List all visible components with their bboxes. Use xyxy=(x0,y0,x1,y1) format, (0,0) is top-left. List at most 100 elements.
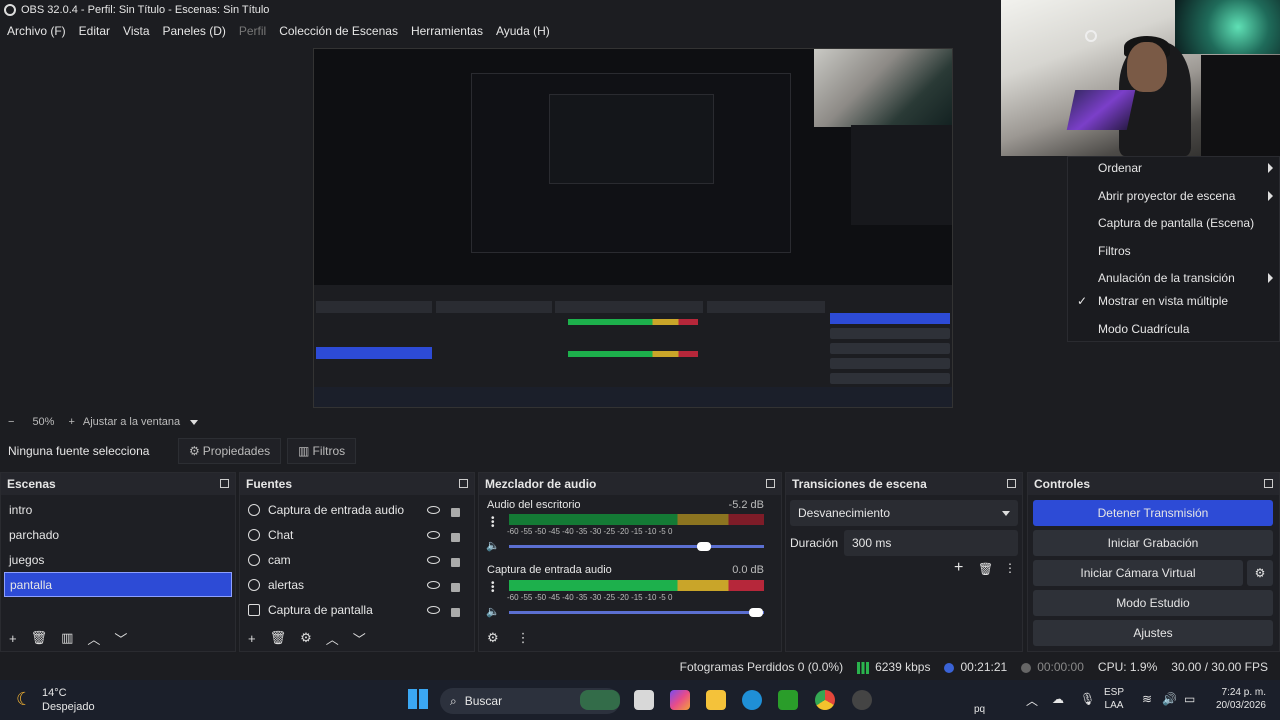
edge-icon[interactable] xyxy=(742,690,762,710)
menu-archivo[interactable]: Archivo (F) xyxy=(7,24,66,38)
source-item[interactable]: alertas xyxy=(240,572,474,597)
filter-icon[interactable]: ▥ xyxy=(61,630,73,646)
obs-taskbar-icon[interactable] xyxy=(852,690,872,710)
eye-icon[interactable] xyxy=(427,555,440,564)
menu-paneles[interactable]: Paneles (D) xyxy=(163,24,226,38)
add-icon[interactable]: + xyxy=(9,631,17,646)
widget-icon[interactable] xyxy=(580,690,620,710)
trash-icon[interactable]: 🗑 xyxy=(31,630,48,646)
undock-icon[interactable] xyxy=(1007,479,1016,488)
menu-herramientas[interactable]: Herramientas xyxy=(411,24,483,38)
more-icon[interactable]: • • • xyxy=(491,514,495,532)
filters-button[interactable]: ▥ Filtros xyxy=(287,438,357,464)
ctx-captura[interactable]: Captura de pantalla (Escena) xyxy=(1098,216,1254,230)
source-item[interactable]: cam xyxy=(240,547,474,572)
chrome-icon[interactable] xyxy=(815,690,835,710)
stop-streaming-button[interactable]: Detener Transmisión xyxy=(1033,500,1273,526)
menu-coleccion[interactable]: Colección de Escenas xyxy=(279,24,398,38)
transition-select[interactable]: Desvanecimiento xyxy=(790,500,1018,526)
ctx-filtros[interactable]: Filtros xyxy=(1098,244,1131,258)
search-icon: ⌕ xyxy=(450,693,457,708)
scenes-title: Escenas xyxy=(7,477,56,491)
ctx-anulacion[interactable]: Anulación de la transición xyxy=(1098,271,1235,285)
scene-item[interactable]: parchado xyxy=(1,522,235,547)
properties-button[interactable]: ⚙ Propiedades xyxy=(178,438,282,464)
add-icon[interactable]: + xyxy=(954,559,963,577)
ctx-vista-multiple[interactable]: Mostrar en vista múltiple xyxy=(1098,294,1228,308)
volume-slider[interactable] xyxy=(509,545,764,548)
task-view-icon[interactable] xyxy=(634,690,654,710)
lock-icon[interactable] xyxy=(451,583,460,592)
gear-icon[interactable]: ⚙ xyxy=(487,630,499,646)
chevron-up-icon[interactable]: ︿ xyxy=(1026,692,1038,709)
more-icon[interactable]: ⋮ xyxy=(517,630,530,646)
windows-start-icon[interactable] xyxy=(408,689,428,709)
settings-button[interactable]: Ajustes xyxy=(1033,620,1273,646)
virtual-camera-settings-button[interactable]: ⚙ xyxy=(1247,560,1273,586)
source-item[interactable]: Captura de pantalla xyxy=(240,597,474,622)
xbox-icon[interactable] xyxy=(778,690,798,710)
duration-input[interactable]: 300 ms xyxy=(844,530,1018,556)
start-recording-button[interactable]: Iniciar Grabación xyxy=(1033,530,1273,556)
volume-icon[interactable]: 🔊 xyxy=(1162,692,1177,706)
chevron-up-icon[interactable]: ︿ xyxy=(87,629,100,648)
scene-item[interactable]: intro xyxy=(1,497,235,522)
trash-icon[interactable]: 🗑 xyxy=(270,630,287,646)
chevron-down-icon[interactable] xyxy=(190,419,199,425)
scene-item[interactable]: juegos xyxy=(1,547,235,572)
nested-scene-selected xyxy=(316,347,432,359)
scene-item-selected[interactable]: pantalla xyxy=(4,572,232,597)
monitor-icon xyxy=(248,603,260,616)
volume-slider[interactable] xyxy=(509,611,764,614)
speaker-icon[interactable]: 🔈 xyxy=(486,539,500,552)
speaker-icon[interactable]: 🔈 xyxy=(486,605,500,618)
lock-icon[interactable] xyxy=(451,533,460,542)
more-icon[interactable]: • • • xyxy=(491,579,495,597)
lock-icon[interactable] xyxy=(451,508,460,517)
add-icon[interactable]: + xyxy=(248,631,256,646)
chevron-down-icon[interactable]: ﹀ xyxy=(353,629,366,648)
source-item[interactable]: Chat xyxy=(240,522,474,547)
menu-perfil[interactable]: Perfil xyxy=(239,24,266,38)
undock-icon[interactable] xyxy=(220,479,229,488)
preview-canvas[interactable] xyxy=(313,48,953,408)
eye-icon[interactable] xyxy=(427,605,440,614)
start-virtual-camera-button[interactable]: Iniciar Cámara Virtual xyxy=(1033,560,1243,586)
ctx-abrir-proyector[interactable]: Abrir proyector de escena xyxy=(1098,189,1235,203)
more-icon[interactable]: ⋮ xyxy=(1004,561,1016,575)
volume-knob[interactable] xyxy=(749,608,763,617)
zoom-out-button[interactable]: − xyxy=(8,416,14,428)
eye-icon[interactable] xyxy=(427,505,440,514)
zoom-in-button[interactable]: + xyxy=(68,416,74,428)
studio-mode-button[interactable]: Modo Estudio xyxy=(1033,590,1273,616)
gear-icon[interactable]: ⚙ xyxy=(300,630,312,646)
copilot-icon[interactable] xyxy=(670,690,690,710)
eye-icon[interactable] xyxy=(427,530,440,539)
battery-icon[interactable]: ▭ xyxy=(1184,692,1195,706)
lock-icon[interactable] xyxy=(451,608,460,617)
webcam-source[interactable] xyxy=(1001,0,1280,156)
ctx-ordenar[interactable]: Ordenar xyxy=(1098,161,1142,175)
menu-vista[interactable]: Vista xyxy=(123,24,149,38)
clock[interactable]: 7:24 p. m. 20/03/2026 xyxy=(1208,686,1266,712)
undock-icon[interactable] xyxy=(766,479,775,488)
menu-ayuda[interactable]: Ayuda (H) xyxy=(496,24,550,38)
fit-window-button[interactable]: Ajustar a la ventana xyxy=(83,416,180,428)
language-indicator[interactable]: ESP LAA xyxy=(1104,686,1124,712)
cloud-icon[interactable]: ☁ xyxy=(1052,692,1064,706)
microphone-icon[interactable]: 🎙 xyxy=(1080,692,1095,706)
trash-icon[interactable]: 🗑 xyxy=(978,562,993,576)
undock-icon[interactable] xyxy=(459,479,468,488)
ctx-cuadricula[interactable]: Modo Cuadrícula xyxy=(1098,322,1189,336)
menu-editar[interactable]: Editar xyxy=(79,24,110,38)
undock-icon[interactable] xyxy=(1264,479,1273,488)
lock-icon[interactable] xyxy=(451,558,460,567)
file-explorer-icon[interactable] xyxy=(706,690,726,710)
source-item[interactable]: Captura de entrada audio xyxy=(240,497,474,522)
chevron-down-icon[interactable]: ﹀ xyxy=(114,629,127,648)
controls-header: Controles xyxy=(1028,473,1279,495)
wifi-icon[interactable]: ≋ xyxy=(1142,692,1152,706)
eye-icon[interactable] xyxy=(427,580,440,589)
volume-knob[interactable] xyxy=(697,542,711,551)
chevron-up-icon[interactable]: ︿ xyxy=(326,629,339,648)
